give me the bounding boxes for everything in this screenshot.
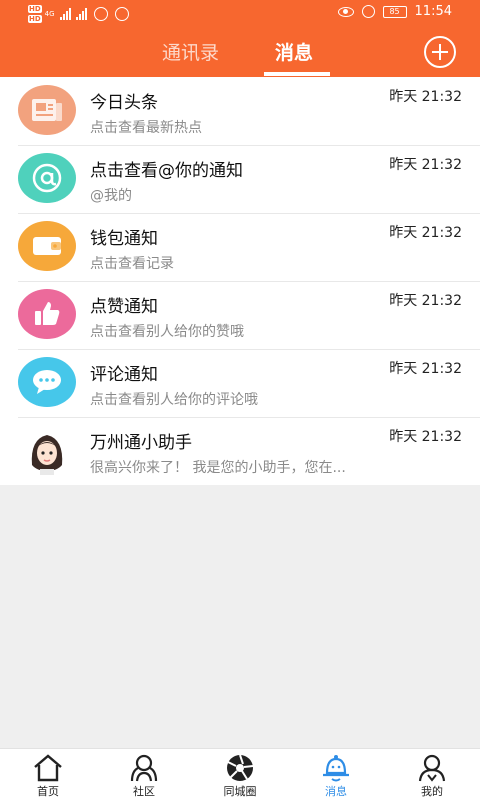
status-left: HD HD 4G xyxy=(28,4,129,24)
hd-label-1: HD xyxy=(28,5,42,13)
message-subtitle: 点击查看记录 xyxy=(90,256,174,272)
list-item[interactable]: 评论通知 点击查看别人给你的评论哦 昨天 21:32 xyxy=(0,349,480,417)
wallet-icon xyxy=(18,221,76,271)
message-list: 今日头条 点击查看最新热点 昨天 21:32 点击查看@你的通知 @我的 昨天 … xyxy=(0,77,480,485)
message-title: 点击查看@你的通知 xyxy=(90,161,243,181)
message-title: 钱包通知 xyxy=(90,229,158,249)
eye-icon xyxy=(337,6,354,17)
tab-home[interactable]: 首页 xyxy=(0,749,96,800)
home-icon xyxy=(34,754,62,782)
message-title: 今日头条 xyxy=(90,93,158,113)
bottom-tab-bar: 首页 社区 同城圈 消息 我的 xyxy=(0,748,480,800)
alarm-icon xyxy=(361,5,375,18)
message-time: 昨天 21:32 xyxy=(389,157,462,173)
tab-home-label: 首页 xyxy=(37,785,59,798)
tab-contacts[interactable]: 通讯录 xyxy=(162,38,219,65)
signal-icon-2 xyxy=(75,8,87,20)
message-title: 万州通小助手 xyxy=(90,433,192,453)
shield-icon xyxy=(93,7,108,21)
aperture-icon xyxy=(227,754,254,781)
plus-circle-icon[interactable] xyxy=(424,36,456,68)
message-subtitle: @我的 xyxy=(90,188,132,204)
status-bar: HD HD 4G 85 11:54 xyxy=(0,0,480,26)
message-time: 昨天 21:32 xyxy=(389,225,462,241)
list-item[interactable]: 今日头条 点击查看最新热点 昨天 21:32 xyxy=(0,77,480,145)
message-time: 昨天 21:32 xyxy=(389,293,462,309)
tab-messages-bottom-label: 消息 xyxy=(325,785,347,798)
message-time: 昨天 21:32 xyxy=(389,429,462,445)
tab-community-label: 社区 xyxy=(133,785,155,798)
signal-icon xyxy=(59,8,71,20)
message-subtitle: 很高兴你来了！ 我是您的小助手，您在... xyxy=(90,460,346,476)
list-item[interactable]: 万州通小助手 很高兴你来了！ 我是您的小助手，您在... 昨天 21:32 xyxy=(0,417,480,485)
notification-icon xyxy=(114,7,129,21)
tab-city-circle[interactable]: 同城圈 xyxy=(192,749,288,800)
hd-label-2: HD xyxy=(28,15,42,23)
status-right: 85 11:54 xyxy=(337,4,452,19)
at-sign-icon xyxy=(18,153,76,203)
top-header: 通讯录 消息 xyxy=(0,26,480,77)
hd-indicator: HD HD xyxy=(28,4,42,24)
active-tab-indicator xyxy=(264,72,330,76)
tab-community[interactable]: 社区 xyxy=(96,749,192,800)
message-time: 昨天 21:32 xyxy=(389,89,462,105)
tab-profile[interactable]: 我的 xyxy=(384,749,480,800)
message-subtitle: 点击查看别人给你的评论哦 xyxy=(90,392,258,408)
bell-chat-icon xyxy=(323,755,349,782)
tab-messages[interactable]: 消息 xyxy=(275,38,313,65)
message-time: 昨天 21:32 xyxy=(389,361,462,377)
community-icon xyxy=(130,754,158,782)
list-item[interactable]: 点赞通知 点击查看别人给你的赞哦 昨天 21:32 xyxy=(0,281,480,349)
assistant-avatar xyxy=(18,425,76,475)
user-icon xyxy=(418,754,446,782)
list-item[interactable]: 钱包通知 点击查看记录 昨天 21:32 xyxy=(0,213,480,281)
message-subtitle: 点击查看最新热点 xyxy=(90,120,202,136)
thumbs-up-icon xyxy=(18,289,76,339)
tab-profile-label: 我的 xyxy=(421,785,443,798)
message-title: 评论通知 xyxy=(90,365,158,385)
network-badge: 4G xyxy=(44,10,55,18)
comment-bubble-icon xyxy=(18,357,76,407)
newspaper-icon xyxy=(18,85,76,135)
tab-city-circle-label: 同城圈 xyxy=(223,785,257,798)
message-subtitle: 点击查看别人给你的赞哦 xyxy=(90,324,244,340)
tab-messages-bottom[interactable]: 消息 xyxy=(288,749,384,800)
battery-icon: 85 xyxy=(382,5,407,18)
message-title: 点赞通知 xyxy=(90,297,158,317)
status-time: 11:54 xyxy=(414,4,452,19)
list-item[interactable]: 点击查看@你的通知 @我的 昨天 21:32 xyxy=(0,145,480,213)
